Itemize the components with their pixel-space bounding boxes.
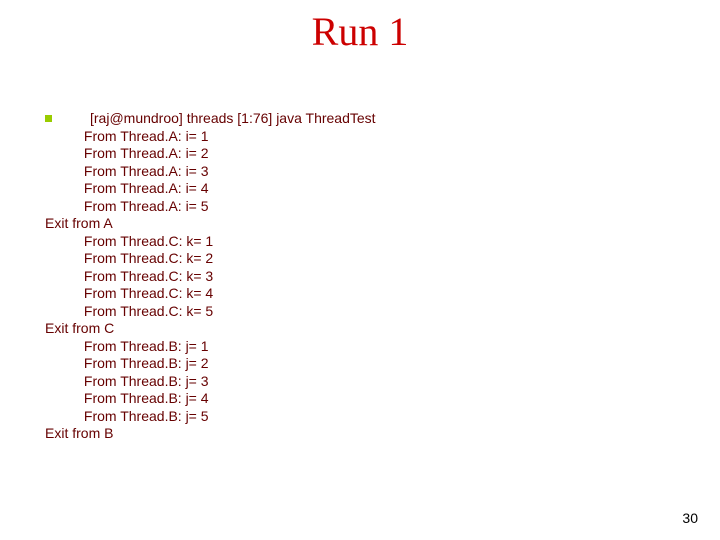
line: From Thread.A: i= 2: [84, 145, 209, 161]
slide: Run 1 [raj@mundroo] threads [1:76] java …: [0, 0, 720, 540]
line: From Thread.B: j= 2: [84, 355, 209, 371]
slide-body: [raj@mundroo] threads [1:76] java Thread…: [45, 110, 690, 443]
command-line: [raj@mundroo] threads [1:76] java Thread…: [90, 110, 376, 128]
line: From Thread.C: k= 1: [84, 233, 213, 249]
line: From Thread.C: k= 2: [84, 250, 213, 266]
line: From Thread.A: i= 3: [84, 163, 209, 179]
line: From Thread.B: j= 5: [84, 408, 209, 424]
line: From Thread.B: j= 3: [84, 373, 209, 389]
line: From Thread.A: i= 5: [84, 198, 209, 214]
line: From Thread.C: k= 3: [84, 268, 213, 284]
line: From Thread.B: j= 1: [84, 338, 209, 354]
line: From Thread.A: i= 1: [84, 128, 209, 144]
slide-title: Run 1: [0, 8, 720, 55]
line: From Thread.C: k= 5: [84, 303, 213, 319]
output-block-b: From Thread.B: j= 1 From Thread.B: j= 2 …: [45, 338, 690, 426]
bullet-icon: [45, 115, 52, 122]
line: From Thread.A: i= 4: [84, 180, 209, 196]
output-block-a: From Thread.A: i= 1 From Thread.A: i= 2 …: [45, 128, 690, 216]
line: From Thread.B: j= 4: [84, 390, 209, 406]
output-block-c: From Thread.C: k= 1 From Thread.C: k= 2 …: [45, 233, 690, 321]
line: From Thread.C: k= 4: [84, 285, 213, 301]
exit-line-b: Exit from B: [45, 425, 690, 443]
exit-line-c: Exit from C: [45, 320, 690, 338]
page-number: 30: [682, 510, 698, 526]
exit-line-a: Exit from A: [45, 215, 690, 233]
bullet-row: [raj@mundroo] threads [1:76] java Thread…: [45, 110, 690, 128]
